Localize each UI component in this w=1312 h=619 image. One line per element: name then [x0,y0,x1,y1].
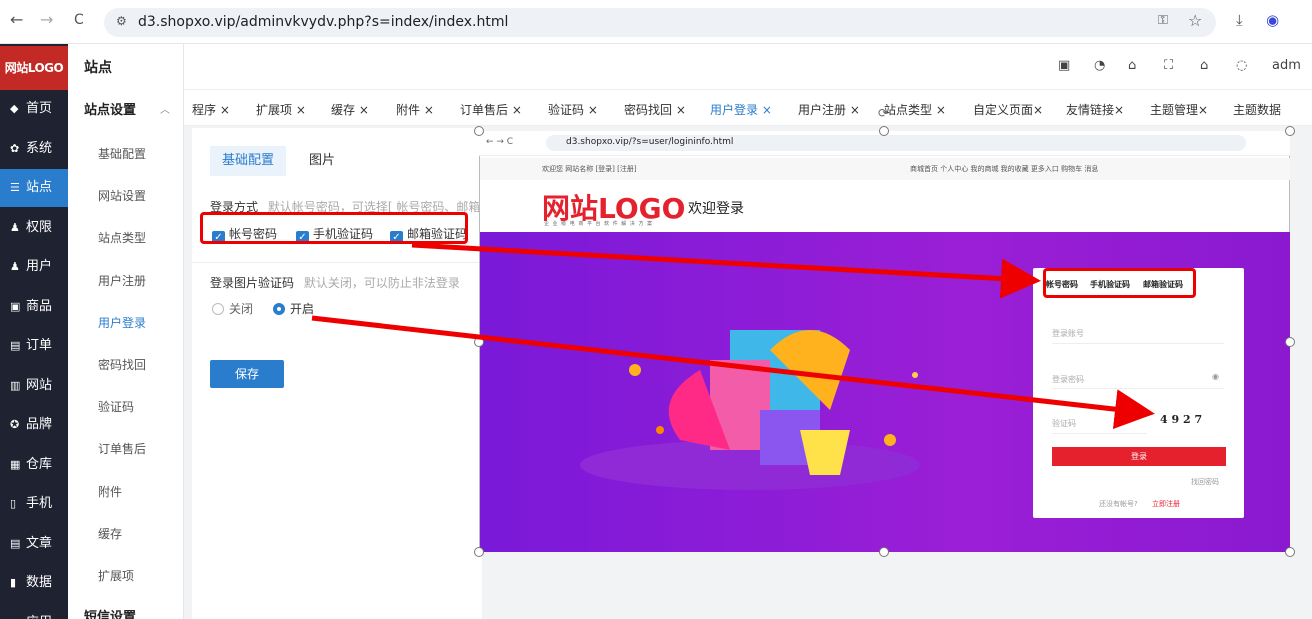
annotation-arrows [311,242,1155,430]
arrow-to-login-tabs [411,242,1041,299]
arrow-to-captcha [311,315,1155,430]
